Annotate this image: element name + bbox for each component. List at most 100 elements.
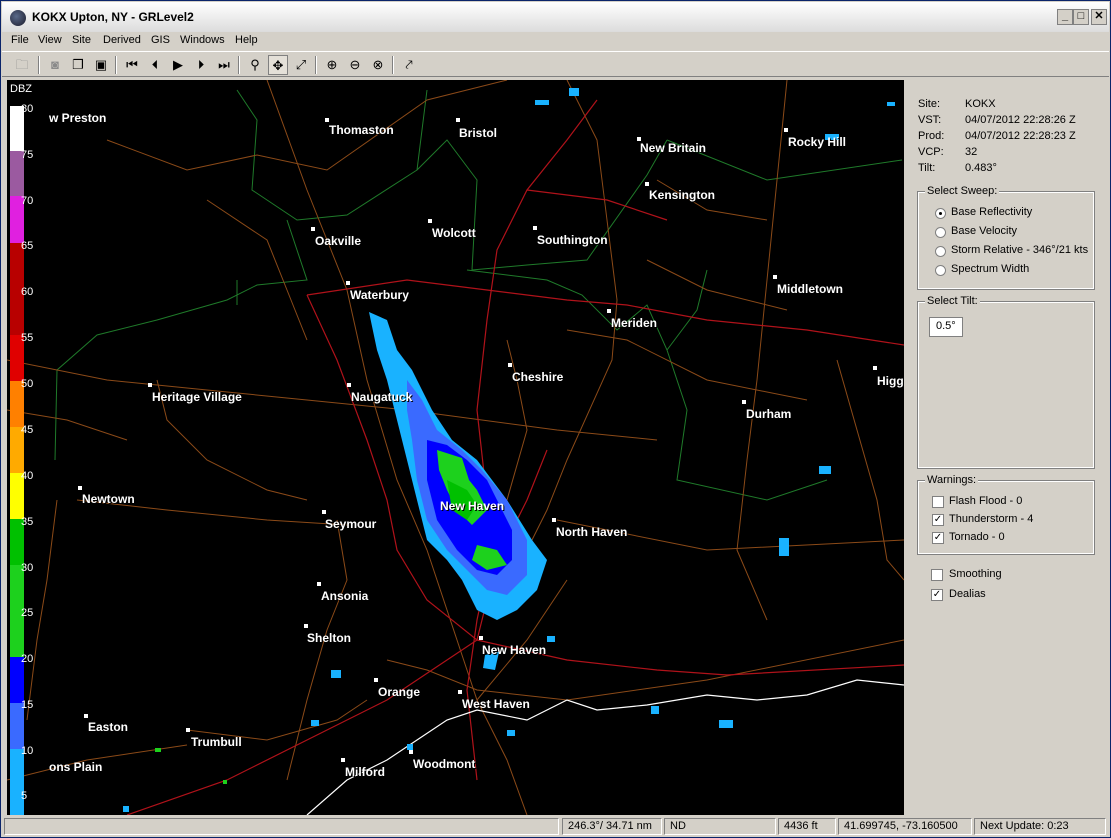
checkbox-dealias[interactable]: ✓ <box>931 589 943 601</box>
probe-icon[interactable]: ⤤ <box>399 55 419 75</box>
status-bearing: 246.3°/ 34.71 nm <box>562 818 662 835</box>
city-dot <box>873 366 877 370</box>
checkbox-label[interactable]: Flash Flood - 0 <box>949 495 1022 507</box>
copy-icon[interactable]: ❐ <box>68 55 88 75</box>
toolbar-separator <box>38 56 40 74</box>
app-window: KOKX Upton, NY - GRLevel2 _ □ ✕ File Vie… <box>0 0 1111 838</box>
play-icon[interactable]: ▶ <box>168 55 188 75</box>
color-bar-tick: 65 <box>21 240 34 252</box>
status-value: ND <box>664 818 776 835</box>
city-label: West Haven <box>462 697 530 711</box>
city-dot <box>645 182 649 186</box>
color-bar-tick: 55 <box>21 332 34 344</box>
zoom-reset-icon[interactable]: ⊗ <box>368 55 388 75</box>
radio-base-reflectivity[interactable] <box>935 208 946 219</box>
close-button[interactable]: ✕ <box>1091 9 1107 25</box>
city-dot <box>742 400 746 404</box>
toolbar-separator <box>115 56 117 74</box>
distance-icon[interactable]: ⤢ <box>291 55 311 75</box>
city-label: Waterbury <box>350 288 409 302</box>
city-label: w Preston <box>49 111 107 125</box>
city-dot <box>428 219 432 223</box>
sweep-group: Select Sweep: Base Reflectivity Base Vel… <box>917 185 1095 290</box>
city-label: Trumbull <box>191 735 242 749</box>
color-bar-tick: 70 <box>21 195 34 207</box>
zoom-in-icon[interactable]: ⊕ <box>322 55 342 75</box>
previous-frame-icon[interactable]: ⏴ <box>145 55 165 75</box>
city-dot <box>347 383 351 387</box>
zoom-out-icon[interactable]: ⊖ <box>345 55 365 75</box>
info-value: 0.483° <box>965 162 997 174</box>
city-label: Southington <box>537 233 608 247</box>
last-frame-icon[interactable]: ⏭ <box>214 55 234 75</box>
checkbox-label[interactable]: Dealias <box>949 588 986 600</box>
city-label: Orange <box>378 685 421 699</box>
color-bar-unit: DBZ <box>10 83 32 95</box>
toolbar-separator <box>238 56 240 74</box>
radio-label[interactable]: Spectrum Width <box>951 263 1029 275</box>
city-dot <box>533 226 537 230</box>
menu-view[interactable]: View <box>38 34 62 46</box>
city-dot <box>456 118 460 122</box>
radio-label[interactable]: Storm Relative - 346°/21 kts <box>951 244 1088 256</box>
next-frame-icon[interactable]: ⏵ <box>191 55 211 75</box>
toolbar-separator <box>392 56 394 74</box>
radio-label[interactable]: Base Reflectivity <box>951 206 1032 218</box>
magnify-icon[interactable]: ⚲ <box>245 55 265 75</box>
city-dot <box>479 636 483 640</box>
radio-storm-relative[interactable] <box>935 246 946 257</box>
dbz-color-bar: DBZ 80 75 70 65 60 55 50 45 40 35 30 25 … <box>7 80 49 815</box>
city-label: New Haven <box>440 499 505 513</box>
radio-label[interactable]: Base Velocity <box>951 225 1017 237</box>
maximize-button[interactable]: □ <box>1073 9 1089 25</box>
city-dot <box>148 383 152 387</box>
color-bar-tick: 20 <box>21 653 34 665</box>
county-lines <box>54 89 903 501</box>
sweep-group-title: Select Sweep: <box>925 185 1000 197</box>
status-bar: 246.3°/ 34.71 nm ND 4436 ft 41.699745, -… <box>2 816 1109 837</box>
radio-spectrum-width[interactable] <box>935 265 946 276</box>
color-bar-tick: 25 <box>21 607 34 619</box>
minimize-button[interactable]: _ <box>1057 9 1073 25</box>
app-icon <box>10 10 26 26</box>
first-frame-icon[interactable]: ⏮ <box>122 55 142 75</box>
radar-map[interactable]: DBZ 80 75 70 65 60 55 50 45 40 35 30 25 … <box>7 80 904 815</box>
city-dot <box>322 510 326 514</box>
menu-gis[interactable]: GIS <box>151 34 170 46</box>
status-blank <box>4 818 559 835</box>
color-bar-tick: 35 <box>21 516 34 528</box>
info-value: 04/07/2012 22:28:23 Z <box>965 130 1076 142</box>
checkbox-tornado[interactable]: ✓ <box>932 532 944 544</box>
radio-base-velocity[interactable] <box>935 227 946 238</box>
info-prod: Prod: 04/07/2012 22:28:23 Z <box>918 130 1076 142</box>
city-label: Shelton <box>307 631 351 645</box>
menu-file[interactable]: File <box>11 34 29 46</box>
toolbar-separator <box>315 56 317 74</box>
toolbar: 🗀 ◙ ❐ ▣ ⏮ ⏴ ▶ ⏵ ⏭ ⚲ ✥ ⤢ ⊕ ⊖ ⊗ ⤤ <box>2 51 1109 77</box>
save-image-icon[interactable]: ▣ <box>91 55 111 75</box>
info-vcp: VCP: 32 <box>918 146 977 158</box>
pan-icon[interactable]: ✥ <box>268 55 288 75</box>
info-value: 32 <box>965 146 978 158</box>
color-bar-tick: 30 <box>21 562 34 574</box>
checkbox-thunderstorm[interactable]: ✓ <box>932 514 944 526</box>
checkbox-flash-flood[interactable] <box>932 496 944 508</box>
color-bar-tick: 5 <box>21 790 28 802</box>
checkbox-label[interactable]: Tornado - 0 <box>949 531 1005 543</box>
info-value: 04/07/2012 22:28:26 Z <box>965 114 1076 126</box>
clipboard-icon[interactable]: ◙ <box>45 55 65 75</box>
menu-site[interactable]: Site <box>72 34 91 46</box>
title-bar: KOKX Upton, NY - GRLevel2 _ □ ✕ <box>2 2 1109 32</box>
checkbox-label[interactable]: Smoothing <box>949 568 1002 580</box>
city-label: Easton <box>88 720 129 734</box>
tilt-selector[interactable]: 0.5° <box>929 317 963 337</box>
color-bar-tick: 50 <box>21 378 34 390</box>
open-folder-icon[interactable]: 🗀 <box>12 55 32 75</box>
info-tilt: Tilt: 0.483° <box>918 162 997 174</box>
checkbox-label[interactable]: Thunderstorm - 4 <box>949 513 1033 525</box>
menu-windows[interactable]: Windows <box>180 34 225 46</box>
menu-help[interactable]: Help <box>235 34 258 46</box>
checkbox-smoothing[interactable] <box>931 569 943 581</box>
menu-derived[interactable]: Derived <box>103 34 141 46</box>
status-height: 4436 ft <box>778 818 836 835</box>
